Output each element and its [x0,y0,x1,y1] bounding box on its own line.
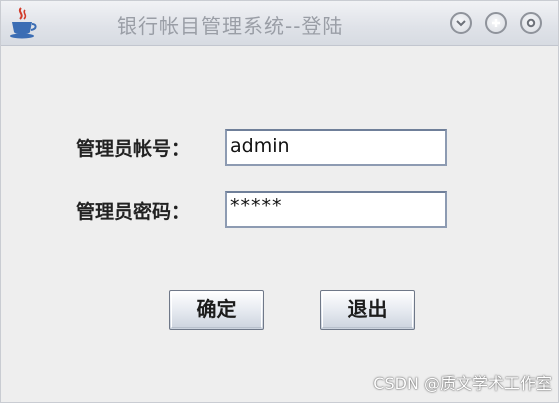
window-title: 银行帐目管理系统--登陆 [117,14,344,38]
minimize-icon[interactable] [450,12,472,34]
password-label: 管理员密码： [76,201,191,223]
ok-button[interactable]: 确定 [169,290,264,330]
maximize-icon[interactable] [485,12,507,34]
watermark-text: CSDN @质文学术工作室 [373,374,552,393]
title-bar[interactable]: 银行帐目管理系统--登陆 [1,1,558,46]
account-label: 管理员帐号： [76,138,191,160]
java-coffee-cup-icon [7,6,37,40]
account-input[interactable]: admin [225,129,447,166]
login-form-panel: 管理员帐号： admin 管理员密码： ***** 确定 退出 [4,46,555,398]
close-icon[interactable] [520,12,542,34]
password-mask: ***** [230,195,283,217]
exit-button[interactable]: 退出 [320,290,415,330]
login-window: 银行帐目管理系统--登陆 管理员帐号： admin 管理员密码： ***** 确… [0,0,559,403]
password-input[interactable]: ***** [225,191,447,228]
